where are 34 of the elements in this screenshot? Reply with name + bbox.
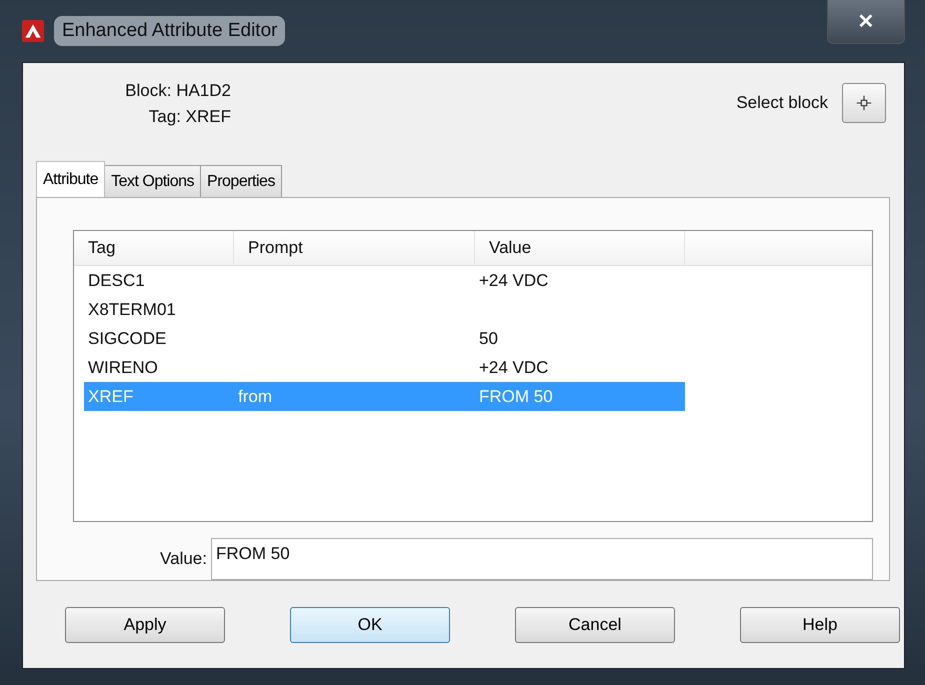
- table-cell: FROM 50: [479, 386, 553, 406]
- table-cell: SIGCODE: [88, 328, 166, 348]
- table-cell: X8TERM01: [88, 300, 176, 318]
- table-row[interactable]: X8TERM01: [84, 295, 685, 324]
- table-cell: 50: [479, 328, 498, 348]
- tab[interactable]: Attribute: [36, 161, 106, 197]
- dialog-button[interactable]: Help: [740, 607, 900, 643]
- table-cell: +24 VDC: [479, 358, 548, 376]
- tag-name: Tag: XREF: [148, 107, 231, 127]
- window-title: Enhanced Attribute Editor: [54, 16, 286, 46]
- column-header[interactable]: Tag: [74, 231, 234, 265]
- column-header[interactable]: Value: [475, 231, 685, 265]
- close-button[interactable]: ✕: [827, 0, 905, 44]
- select-block-button[interactable]: [842, 83, 886, 123]
- value-field[interactable]: FROM 50: [211, 538, 873, 580]
- block-name: Block: HA1D2: [125, 81, 231, 101]
- table-cell: WIRENO: [88, 358, 158, 376]
- table-row[interactable]: WIRENO +24 VDC: [84, 353, 685, 382]
- crosshair-icon: [855, 94, 873, 112]
- table-cell: XREF: [88, 386, 134, 406]
- select-block-label: Select block: [736, 93, 828, 113]
- tab[interactable]: Properties: [200, 165, 282, 197]
- value-label: Value:: [159, 549, 207, 569]
- table-cell: DESC1: [88, 270, 145, 290]
- logo-icon: [22, 20, 44, 42]
- column-header[interactable]: Prompt: [234, 231, 475, 265]
- table-row[interactable]: DESC1 +24 VDC: [84, 266, 685, 295]
- table-cell: +24 VDC: [479, 270, 548, 290]
- dialog-button[interactable]: Apply: [65, 607, 225, 643]
- tab[interactable]: Text Options: [104, 165, 202, 197]
- dialog-button[interactable]: OK: [290, 607, 450, 643]
- dialog-button[interactable]: Cancel: [515, 607, 675, 643]
- table-row[interactable]: SIGCODE 50: [84, 324, 685, 353]
- table-cell: from: [238, 386, 272, 406]
